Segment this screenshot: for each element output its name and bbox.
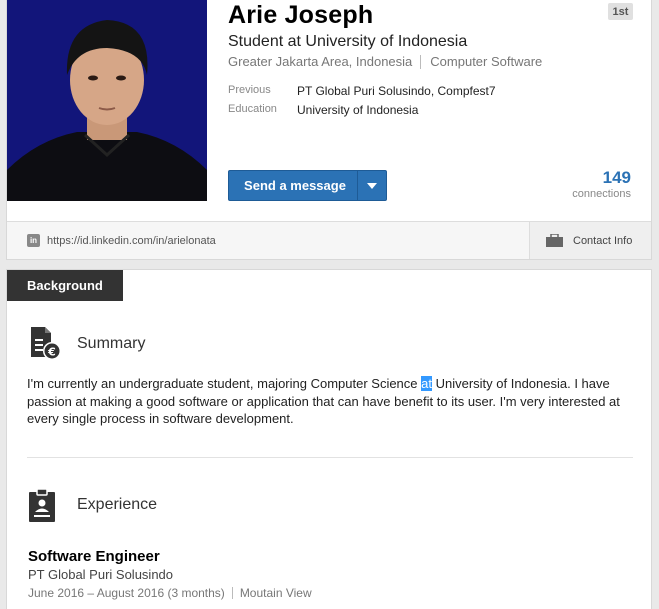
summary-text: I'm currently an undergraduate student, …: [27, 375, 627, 428]
connection-degree-badge: 1st: [608, 3, 633, 20]
profile-industry[interactable]: Computer Software: [430, 54, 542, 69]
profile-headline: Student at University of Indonesia: [228, 33, 468, 50]
contact-info-label[interactable]: Contact Info: [573, 235, 632, 247]
send-message-button[interactable]: Send a message: [228, 170, 387, 201]
public-profile-url[interactable]: https://id.linkedin.com/in/arielonata: [47, 235, 216, 247]
job-title[interactable]: Software Engineer: [28, 548, 160, 565]
chevron-down-icon[interactable]: [358, 182, 386, 189]
linkedin-icon: in: [27, 234, 40, 247]
job-dates: June 2016 – August 2016 (3 months): [28, 586, 225, 600]
contact-info-button[interactable]: Contact Info: [529, 222, 651, 259]
send-message-label[interactable]: Send a message: [229, 178, 357, 193]
public-url-block[interactable]: in https://id.linkedin.com/in/arielonata: [27, 222, 216, 259]
experience-badge-icon: [29, 489, 55, 522]
profile-meta-line: Greater Jakarta Area, Indonesia Computer…: [228, 54, 542, 69]
previous-value[interactable]: PT Global Puri Solusindo, Compfest7: [297, 84, 496, 98]
previous-row: Previous PT Global Puri Solusindo, Compf…: [228, 84, 496, 98]
public-profile-bar: in https://id.linkedin.com/in/arielonata…: [7, 221, 651, 259]
profile-name: Arie Joseph: [228, 1, 374, 29]
svg-text:€: €: [47, 346, 56, 359]
dates-divider: [231, 587, 233, 599]
summary-document-icon: €: [31, 327, 61, 360]
previous-label: Previous: [228, 84, 271, 96]
briefcase-icon: [546, 234, 563, 247]
summary-text-part-1: I'm currently an undergraduate student, …: [27, 376, 422, 391]
job-company[interactable]: PT Global Puri Solusindo: [28, 567, 173, 582]
meta-divider: [420, 54, 422, 69]
summary-text-selection: at: [421, 376, 432, 391]
connections-count[interactable]: 149: [572, 168, 631, 188]
experience-heading: Experience: [77, 496, 158, 513]
connections-count-block[interactable]: 149 connections: [572, 168, 631, 200]
education-value[interactable]: University of Indonesia: [297, 103, 418, 117]
job-dates-line: June 2016 – August 2016 (3 months) Mouta…: [28, 586, 312, 600]
background-tab[interactable]: Background: [7, 270, 123, 301]
background-section: Background € Summary I'm currently an un…: [6, 269, 652, 609]
summary-heading: Summary: [77, 335, 146, 352]
profile-location[interactable]: Greater Jakarta Area, Indonesia: [228, 54, 412, 69]
section-divider: [27, 457, 633, 458]
education-label: Education: [228, 103, 277, 115]
education-row: Education University of Indonesia: [228, 103, 418, 117]
profile-photo[interactable]: [7, 0, 207, 201]
job-location: Moutain View: [239, 586, 312, 600]
connections-label: connections: [572, 188, 631, 200]
profile-photo-image: [7, 0, 207, 201]
profile-top-card: Arie Joseph 1st Student at University of…: [6, 0, 652, 260]
